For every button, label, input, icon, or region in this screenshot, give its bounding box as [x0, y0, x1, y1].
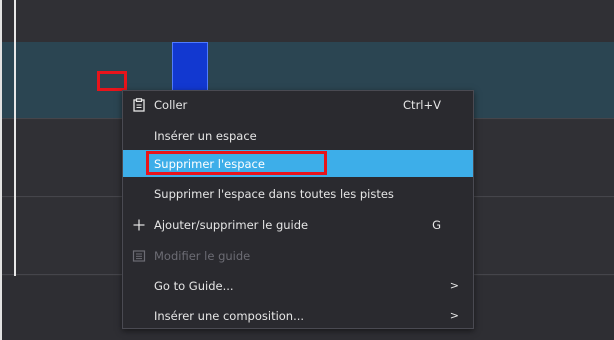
- edit-guide-icon: [132, 249, 146, 262]
- paste-icon: [133, 97, 145, 112]
- playhead-line[interactable]: [14, 0, 16, 276]
- context-menu: Coller Ctrl+V Insérer un espace Supprime…: [122, 90, 474, 329]
- submenu-arrow-icon: >: [449, 279, 459, 292]
- menu-item-label: Go to Guide...: [154, 278, 234, 293]
- menu-item-supprimer-espace[interactable]: Supprimer l'espace: [123, 150, 473, 177]
- timeline-ruler-area[interactable]: [2, 0, 614, 42]
- shortcut-label: Ctrl+V: [403, 97, 441, 112]
- menu-item-label: Modifier le guide: [154, 248, 251, 263]
- menu-item-go-to-guide[interactable]: Go to Guide... >: [123, 272, 473, 299]
- submenu-arrow-icon: >: [449, 309, 459, 322]
- menu-item-coller[interactable]: Coller Ctrl+V: [123, 91, 473, 118]
- timeline-clip[interactable]: [172, 42, 208, 96]
- menu-item-inserer-espace[interactable]: Insérer un espace: [123, 122, 473, 149]
- menu-item-ajouter-supprimer-guide[interactable]: Ajouter/supprimer le guide G: [123, 211, 473, 238]
- shortcut-label: G: [432, 217, 441, 232]
- menu-item-label: Insérer une composition...: [154, 308, 305, 323]
- plus-icon: [133, 219, 145, 230]
- menu-item-inserer-composition[interactable]: Insérer une composition... >: [123, 302, 473, 329]
- annotation-highlight-box: [146, 151, 327, 175]
- menu-item-label: Ajouter/supprimer le guide: [154, 217, 309, 232]
- annotation-highlight-box: [97, 71, 127, 91]
- menu-item-modifier-guide: Modifier le guide: [123, 242, 473, 269]
- menu-item-label: Insérer un espace: [154, 128, 257, 143]
- menu-item-label: Coller: [154, 97, 188, 112]
- menu-item-label: Supprimer l'espace dans toutes les piste…: [154, 186, 394, 201]
- menu-item-supprimer-espace-toutes-pistes[interactable]: Supprimer l'espace dans toutes les piste…: [123, 180, 473, 207]
